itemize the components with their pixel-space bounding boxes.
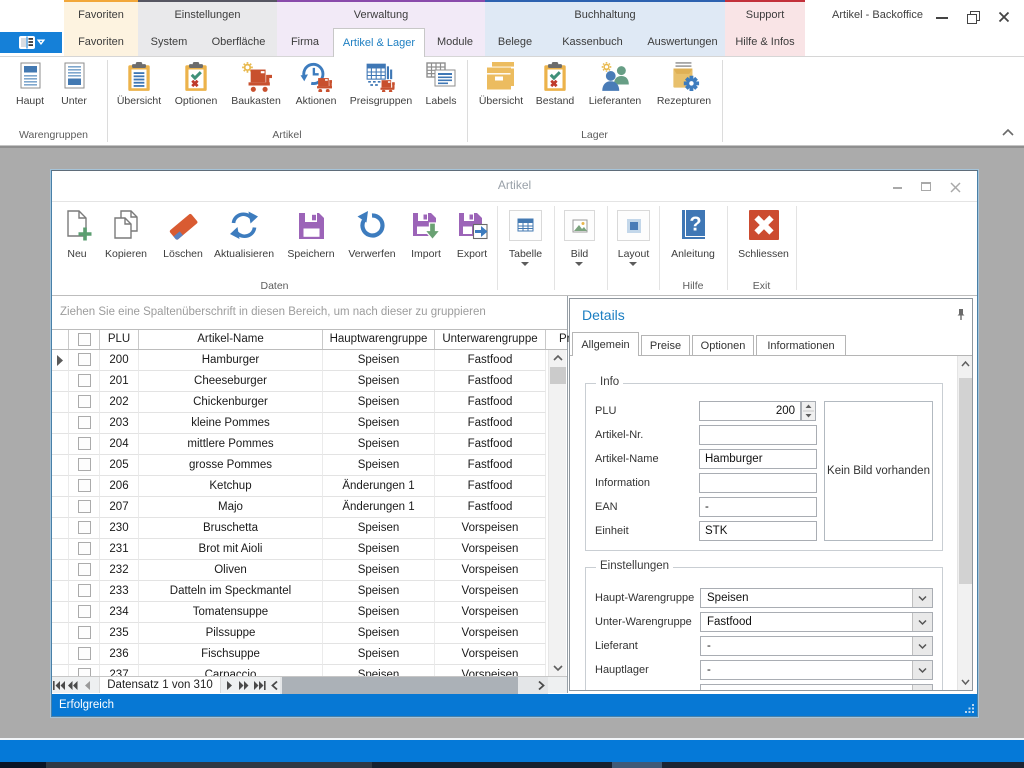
svg-text:?: ?	[689, 214, 701, 236]
